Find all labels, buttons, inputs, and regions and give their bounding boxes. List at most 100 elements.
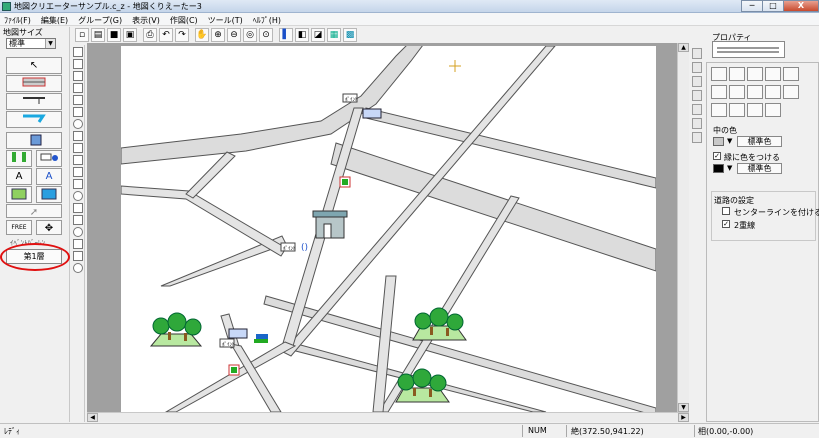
menu-tools[interactable]: ツール(T)	[204, 13, 249, 25]
table-icon[interactable]: ▩	[343, 28, 357, 42]
centerline-checkbox[interactable]	[722, 207, 730, 215]
shape-oval-icon[interactable]	[72, 227, 83, 237]
river-tool-button[interactable]	[6, 111, 62, 128]
layer-back-icon[interactable]: ◧	[295, 28, 309, 42]
shape-ellipse-icon[interactable]	[72, 191, 83, 201]
border-color-standard-button[interactable]: 標準色	[737, 163, 782, 174]
bridge-tool-button[interactable]	[6, 150, 32, 167]
shape-bezier-icon[interactable]	[72, 155, 83, 165]
shape-diamond-icon[interactable]	[72, 251, 83, 261]
grid-icon[interactable]: ▦	[327, 28, 341, 42]
line-end-4-icon[interactable]	[765, 85, 781, 99]
align-up-icon[interactable]	[692, 76, 702, 87]
shape-balloon-icon[interactable]	[72, 263, 83, 273]
photo-tool-button[interactable]	[36, 186, 62, 203]
select-tool-button[interactable]: ↖	[6, 57, 62, 74]
line-end-5-icon[interactable]	[783, 85, 799, 99]
maximize-button[interactable]: □	[762, 0, 784, 12]
new-icon[interactable]: ▫	[75, 28, 89, 42]
scroll-right-icon[interactable]: ▶	[678, 413, 689, 422]
line-type-arc-icon[interactable]	[783, 67, 799, 81]
align-horizontal-icon[interactable]	[692, 48, 702, 59]
arrow-tool-button[interactable]: ➚	[6, 204, 62, 218]
map-size-select[interactable]: 標準 ▼	[6, 38, 56, 49]
free-tool-button[interactable]: FREE	[6, 220, 32, 235]
menu-draw[interactable]: 作図(C)	[166, 13, 204, 25]
shape-arc-icon[interactable]	[72, 131, 83, 141]
move-tool-button[interactable]: ✥	[36, 220, 62, 235]
save-icon[interactable]: ■	[107, 28, 121, 42]
canvas-area[interactable]: ﾎﾟｲﾝﾄ ﾎﾟｲﾝﾄ ﾎﾟｲﾝﾄ ()	[87, 43, 689, 422]
road-tool-button[interactable]	[6, 75, 62, 92]
station-icon[interactable]	[362, 108, 382, 119]
border-color-dropdown-icon[interactable]: ▼	[727, 164, 735, 173]
fill-color-standard-button[interactable]: 標準色	[737, 136, 782, 147]
line-end-3-icon[interactable]	[747, 85, 763, 99]
fill-icon[interactable]: ◪	[311, 28, 325, 42]
open-icon[interactable]: ▤	[91, 28, 105, 42]
print-icon[interactable]: ⎙	[143, 28, 157, 42]
shape-hexagon-icon[interactable]	[72, 215, 83, 225]
zoom-out-icon[interactable]: ⊖	[227, 28, 241, 42]
scroll-up-icon[interactable]: ▲	[678, 43, 689, 52]
shape-pentagon-icon[interactable]	[72, 239, 83, 249]
align-vertical-icon[interactable]	[692, 62, 702, 73]
undo-icon[interactable]: ↶	[159, 28, 173, 42]
menu-group[interactable]: グループ(G)	[74, 13, 128, 25]
line-type-bend-icon[interactable]	[729, 67, 745, 81]
map-paper[interactable]: ﾎﾟｲﾝﾄ ﾎﾟｲﾝﾄ ﾎﾟｲﾝﾄ ()	[121, 46, 656, 412]
rotate-right-icon[interactable]	[692, 118, 702, 129]
horizontal-scrollbar[interactable]: ◀ ▶	[87, 412, 689, 422]
fill-color-dropdown-icon[interactable]: ▼	[727, 137, 735, 146]
print-preview-icon[interactable]: ▣	[123, 28, 137, 42]
building-tool-button[interactable]	[6, 132, 62, 149]
shape-square-icon[interactable]	[72, 107, 83, 117]
zoom-fit-icon[interactable]: ◎	[243, 28, 257, 42]
station-icon[interactable]	[228, 328, 248, 339]
shape-polyline-icon[interactable]	[72, 71, 83, 81]
shape-triangle-icon[interactable]	[72, 179, 83, 189]
close-button[interactable]: X	[783, 0, 819, 12]
align-down-icon[interactable]	[692, 90, 702, 101]
text-tool-button[interactable]: A	[6, 168, 32, 185]
line-style-preview[interactable]	[712, 41, 785, 58]
vertical-scrollbar[interactable]: ▲ ▼	[677, 43, 689, 412]
building-marker[interactable]	[312, 210, 348, 239]
line-end-2-icon[interactable]	[729, 85, 745, 99]
cap-bracket-icon[interactable]	[765, 103, 781, 117]
layer-front-icon[interactable]: ▌	[279, 28, 293, 42]
menu-file[interactable]: ﾌｧｲﾙ(F)	[0, 13, 37, 25]
pan-icon[interactable]: ✋	[195, 28, 209, 42]
menu-help[interactable]: ﾍﾙﾌﾟ(H)	[249, 13, 287, 25]
line-end-1-icon[interactable]	[711, 85, 727, 99]
zoom-in-icon[interactable]: ⊕	[211, 28, 225, 42]
shape-curve-icon[interactable]	[72, 143, 83, 153]
line-type-rail-icon[interactable]	[747, 67, 763, 81]
menu-edit[interactable]: 編集(E)	[37, 13, 74, 25]
shape-circle-icon[interactable]	[72, 119, 83, 129]
park-icon[interactable]	[395, 368, 450, 403]
park-icon[interactable]	[149, 312, 203, 347]
image-tool-button[interactable]	[6, 186, 32, 203]
line-type-double-icon[interactable]	[711, 67, 727, 81]
cap-half-icon[interactable]	[747, 103, 763, 117]
line-type-wall-icon[interactable]	[765, 67, 781, 81]
shape-rounded-rect-icon[interactable]	[72, 95, 83, 105]
scroll-left-icon[interactable]: ◀	[87, 413, 98, 422]
cap-square-icon[interactable]	[711, 103, 727, 117]
zoom-area-icon[interactable]: ⊙	[259, 28, 273, 42]
railway-tool-button[interactable]	[6, 93, 62, 110]
scroll-down-icon[interactable]: ▼	[678, 403, 689, 412]
redo-icon[interactable]: ↷	[175, 28, 189, 42]
border-color-checkbox[interactable]: ✓	[713, 152, 721, 160]
shape-star-icon[interactable]	[72, 203, 83, 213]
shape-rect-icon[interactable]	[72, 83, 83, 93]
rotate-left-icon[interactable]	[692, 104, 702, 115]
border-color-swatch[interactable]	[713, 164, 724, 173]
park-icon[interactable]	[412, 307, 467, 341]
fill-color-swatch[interactable]	[713, 137, 724, 146]
shape-polygon-icon[interactable]	[72, 167, 83, 177]
cap-round-icon[interactable]	[729, 103, 745, 117]
outline-text-tool-button[interactable]: A	[36, 168, 62, 185]
minimize-button[interactable]: ─	[741, 0, 763, 12]
